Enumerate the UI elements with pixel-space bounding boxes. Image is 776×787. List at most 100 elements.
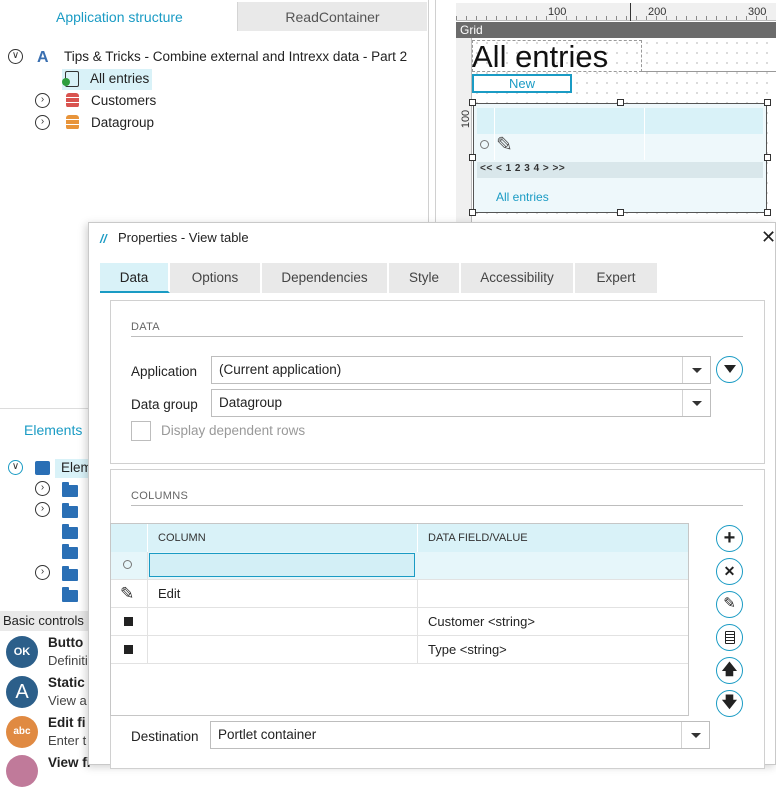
ruler-label: 100 xyxy=(548,6,567,18)
application-icon: A xyxy=(37,49,49,66)
folder-icon xyxy=(62,587,78,602)
control-button-title[interactable]: Butto xyxy=(48,635,83,650)
tab-dependencies[interactable]: Dependencies xyxy=(262,263,389,293)
remove-column-button[interactable]: ✕ xyxy=(716,558,743,585)
tree-root-application[interactable]: Tips & Tricks - Combine external and Int… xyxy=(64,46,407,68)
static-text-icon: A xyxy=(6,676,38,708)
field-square-icon xyxy=(124,617,133,626)
chevron-down-icon[interactable] xyxy=(682,357,710,383)
pencil-icon: ✎ xyxy=(496,134,513,156)
application-value: (Current application) xyxy=(219,362,342,377)
filter-icon xyxy=(723,365,736,373)
tab-data[interactable]: Data xyxy=(100,263,170,293)
move-down-button[interactable]: 🡇 xyxy=(716,690,743,717)
canvas-new-button[interactable]: New xyxy=(472,74,572,93)
tree-item-customers[interactable]: Customers xyxy=(91,90,156,112)
resize-handle[interactable] xyxy=(764,99,771,106)
control-static-title[interactable]: Static xyxy=(48,675,85,690)
tab-application-structure[interactable]: Application structure xyxy=(0,0,237,31)
splitter[interactable] xyxy=(428,0,436,225)
tab-elements[interactable]: Elements xyxy=(0,418,90,442)
collapse-chevron-icon[interactable]: ∨ xyxy=(8,460,23,475)
ok-button-icon: OK xyxy=(6,636,38,668)
columns-table: COLUMN DATA FIELD/VALUE ✎ Edit Customer … xyxy=(110,523,689,716)
destination-select[interactable]: Portlet container xyxy=(210,721,710,749)
canvas-pager[interactable]: << < 1 2 3 4 > >> xyxy=(480,163,565,174)
column-cell[interactable] xyxy=(148,608,418,635)
properties-dialog: // Properties - View table ✕ Data Option… xyxy=(88,222,776,769)
move-up-button[interactable]: 🡅 xyxy=(716,657,743,684)
table-row[interactable]: Customer <string> xyxy=(111,608,688,636)
basic-controls-header[interactable]: Basic controls xyxy=(0,611,90,631)
ruler-label: 200 xyxy=(648,6,667,18)
data-section: DATA Application (Current application) D… xyxy=(110,300,765,464)
resize-handle[interactable] xyxy=(764,154,771,161)
expand-chevron-icon[interactable]: › xyxy=(35,565,50,580)
tab-accessibility[interactable]: Accessibility xyxy=(461,263,575,293)
canvas-view-table[interactable]: ✎ << < 1 2 3 4 > >> All entries xyxy=(473,103,767,213)
datafield-cell[interactable] xyxy=(418,552,688,579)
edit-column-button[interactable]: ✎ xyxy=(716,591,743,618)
application-label: Application xyxy=(131,364,198,379)
expand-chevron-icon[interactable]: › xyxy=(35,502,50,517)
canvas-page-title[interactable]: All entries xyxy=(472,38,608,76)
column-cell[interactable]: Edit xyxy=(148,580,418,607)
datafield-cell[interactable] xyxy=(418,580,688,607)
tab-readcontainer[interactable]: ReadContainer xyxy=(237,2,427,31)
control-view-title[interactable]: View fi xyxy=(48,755,91,770)
control-button-desc: Definiti xyxy=(48,653,88,668)
tree-item-datagroup[interactable]: Datagroup xyxy=(91,112,154,134)
arrow-up-icon: 🡅 xyxy=(721,661,738,678)
canvas-table-divider xyxy=(494,108,495,160)
collapse-chevron-icon[interactable]: ∨ xyxy=(8,49,23,64)
tab-style[interactable]: Style xyxy=(389,263,461,293)
application-select[interactable]: (Current application) xyxy=(211,356,711,384)
folder-icon xyxy=(62,503,78,518)
control-edit-title[interactable]: Edit fi xyxy=(48,715,86,730)
close-icon[interactable]: ✕ xyxy=(761,227,776,248)
control-static-desc: View a xyxy=(48,693,87,708)
tab-options[interactable]: Options xyxy=(170,263,262,293)
destination-value: Portlet container xyxy=(218,727,317,742)
resize-handle[interactable] xyxy=(469,209,476,216)
table-row[interactable]: ✎ Edit xyxy=(111,580,688,608)
ruler-top: 100 200 300 xyxy=(456,3,776,21)
canvas-table-caption: All entries xyxy=(496,190,549,204)
table-header-column[interactable]: COLUMN xyxy=(148,524,418,552)
datafield-cell[interactable]: Type <string> xyxy=(418,636,688,663)
filter-button[interactable] xyxy=(716,356,743,383)
plus-icon: + xyxy=(723,527,736,549)
dialog-tabbar: Data Options Dependencies Style Accessib… xyxy=(100,263,767,293)
resize-handle[interactable] xyxy=(764,209,771,216)
expand-chevron-icon[interactable]: › xyxy=(35,481,50,496)
table-header-datafield[interactable]: DATA FIELD/VALUE xyxy=(418,524,688,552)
chevron-down-icon[interactable] xyxy=(681,722,709,748)
datagroup-label: Data group xyxy=(131,397,198,412)
datagroup-select[interactable]: Datagroup xyxy=(211,389,711,417)
resize-handle[interactable] xyxy=(617,209,624,216)
designer-canvas[interactable]: 100 200 300 Grid 100 All entries New ✎ <… xyxy=(436,0,776,225)
resize-handle[interactable] xyxy=(617,99,624,106)
resize-handle[interactable] xyxy=(469,99,476,106)
dependent-rows-label: Display dependent rows xyxy=(161,423,306,438)
search-icon xyxy=(123,560,132,569)
ruler-label: 300 xyxy=(748,6,767,18)
pencil-icon: ✎ xyxy=(120,584,135,603)
chevron-down-icon[interactable] xyxy=(682,390,710,416)
data-section-title: DATA xyxy=(131,321,160,333)
datafield-cell[interactable]: Customer <string> xyxy=(418,608,688,635)
design-grid[interactable]: All entries New ✎ << < 1 2 3 4 > >> All … xyxy=(469,38,776,225)
table-row[interactable] xyxy=(111,552,688,580)
dependent-rows-checkbox[interactable] xyxy=(131,421,151,441)
resize-handle[interactable] xyxy=(469,154,476,161)
add-column-button[interactable]: + xyxy=(716,525,743,552)
edit-field-icon: abc xyxy=(6,716,38,748)
tree-item-all-entries[interactable]: All entries xyxy=(90,68,149,90)
calculator-button[interactable] xyxy=(716,624,743,651)
column-cell[interactable] xyxy=(148,636,418,663)
column-cell[interactable] xyxy=(149,553,415,577)
table-row[interactable]: Type <string> xyxy=(111,636,688,664)
expand-chevron-icon[interactable]: › xyxy=(35,93,50,108)
expand-chevron-icon[interactable]: › xyxy=(35,115,50,130)
tab-expert[interactable]: Expert xyxy=(575,263,659,293)
